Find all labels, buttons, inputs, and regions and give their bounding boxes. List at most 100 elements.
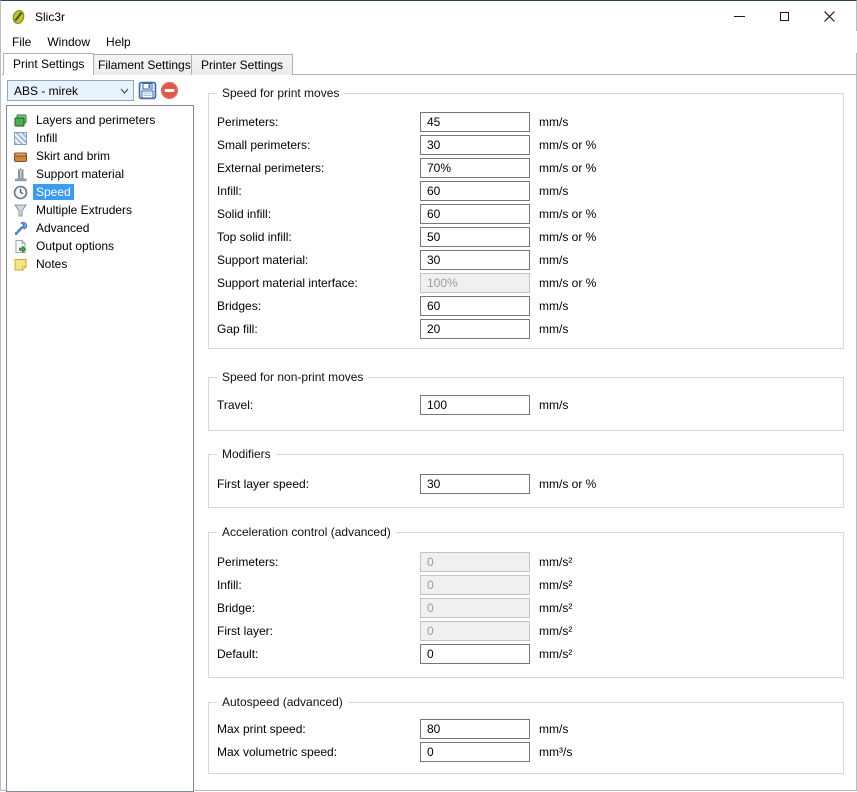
perimeters-speed-input[interactable]: [420, 112, 530, 132]
section-speed-for-non-print-moves: Speed for non-print moves Travel: mm/s: [208, 377, 844, 431]
unit-label: mm/s or %: [539, 477, 596, 491]
wrench-icon: [12, 220, 28, 236]
menubar: File Window Help: [2, 31, 857, 53]
small-perimeters-speed-input[interactable]: [420, 135, 530, 155]
setting-label: Max volumetric speed:: [217, 745, 420, 759]
setting-label: Top solid infill:: [217, 230, 420, 244]
setting-label: Travel:: [217, 398, 420, 412]
tree-item-label: Skirt and brim: [33, 148, 113, 164]
first-layer-speed-input[interactable]: [420, 474, 530, 494]
first-layer-acceleration-input: [420, 621, 530, 641]
setting-row-infill: Infill: mm/s: [217, 179, 843, 202]
max-volumetric-speed-input[interactable]: [420, 742, 530, 762]
titlebar: Slic3r: [1, 2, 856, 31]
tree-item-label: Multiple Extruders: [33, 202, 135, 218]
default-acceleration-input[interactable]: [420, 644, 530, 664]
save-preset-button[interactable]: [137, 80, 158, 101]
delete-preset-button[interactable]: [159, 80, 180, 101]
tree-item-label: Output options: [33, 238, 117, 254]
tree-item-notes[interactable]: Notes: [7, 255, 193, 273]
setting-label: First layer speed:: [217, 477, 420, 491]
setting-row-max-print-speed: Max print speed: mm/s: [217, 717, 843, 740]
maximize-button[interactable]: [762, 2, 807, 31]
tree-item-label: Notes: [33, 256, 70, 272]
chevron-down-icon: [120, 87, 129, 95]
unit-label: mm/s: [539, 398, 568, 412]
tree-item-multiple-extruders[interactable]: Multiple Extruders: [7, 201, 193, 219]
setting-label: Perimeters:: [217, 555, 420, 569]
tab-printer-settings[interactable]: Printer Settings: [191, 54, 293, 75]
tree-item-support-material[interactable]: Support material: [7, 165, 193, 183]
tree-item-label: Speed: [33, 184, 74, 200]
setting-row-bridges: Bridges: mm/s: [217, 294, 843, 317]
tab-print-settings[interactable]: Print Settings: [3, 53, 94, 75]
max-print-speed-input[interactable]: [420, 719, 530, 739]
support-material-speed-input[interactable]: [420, 250, 530, 270]
setting-label: Support material:: [217, 253, 420, 267]
bridge-acceleration-input: [420, 598, 530, 618]
tab-filament-settings[interactable]: Filament Settings: [88, 54, 201, 75]
layers-icon: [12, 112, 28, 128]
maximize-icon: [780, 12, 789, 21]
unit-label: mm/s: [539, 299, 568, 313]
perimeters-acceleration-input: [420, 552, 530, 572]
solid-infill-speed-input[interactable]: [420, 204, 530, 224]
setting-label: Small perimeters:: [217, 138, 420, 152]
setting-row-top-solid-infill: Top solid infill: mm/s or %: [217, 225, 843, 248]
skirt-box-icon: [12, 148, 28, 164]
tree-item-output-options[interactable]: Output options: [7, 237, 193, 255]
bridges-speed-input[interactable]: [420, 296, 530, 316]
gap-fill-speed-input[interactable]: [420, 319, 530, 339]
page-arrow-icon: [12, 238, 28, 254]
slic3r-logo-icon: [10, 8, 27, 25]
preset-select[interactable]: ABS - mirek: [7, 80, 134, 101]
unit-label: mm³/s: [539, 745, 572, 759]
section-title: Acceleration control (advanced): [217, 525, 396, 539]
tree-item-speed[interactable]: Speed: [7, 183, 193, 201]
tree-item-label: Infill: [33, 130, 60, 146]
tree-item-infill[interactable]: Infill: [7, 129, 193, 147]
section-acceleration-control: Acceleration control (advanced) Perimete…: [208, 532, 844, 678]
delete-minus-icon: [160, 81, 179, 100]
menu-help[interactable]: Help: [98, 32, 139, 52]
section-title: Modifiers: [217, 447, 276, 461]
setting-label: First layer:: [217, 624, 420, 638]
external-perimeters-speed-input[interactable]: [420, 158, 530, 178]
setting-label: Gap fill:: [217, 322, 420, 336]
menu-window[interactable]: Window: [39, 32, 98, 52]
tree-item-advanced[interactable]: Advanced: [7, 219, 193, 237]
menu-file[interactable]: File: [4, 32, 39, 52]
section-title: Autospeed (advanced): [217, 695, 348, 709]
setting-row-small-perimeters: Small perimeters: mm/s or %: [217, 133, 843, 156]
minimize-button[interactable]: [717, 2, 762, 31]
top-solid-infill-speed-input[interactable]: [420, 227, 530, 247]
unit-label: mm/s or %: [539, 276, 596, 290]
infill-speed-input[interactable]: [420, 181, 530, 201]
travel-speed-input[interactable]: [420, 395, 530, 415]
setting-label: Max print speed:: [217, 722, 420, 736]
window-frame: Slic3r File Window Help Print Settings F…: [0, 0, 857, 791]
close-button[interactable]: [807, 2, 852, 31]
setting-row-solid-infill: Solid infill: mm/s or %: [217, 202, 843, 225]
setting-row-accel-bridge: Bridge: mm/s²: [217, 596, 843, 619]
unit-label: mm/s²: [539, 578, 572, 592]
section-title: Speed for non-print moves: [217, 370, 368, 384]
tree-item-label: Layers and perimeters: [33, 112, 158, 128]
setting-row-external-perimeters: External perimeters: mm/s or %: [217, 156, 843, 179]
tree-item-skirt-and-brim[interactable]: Skirt and brim: [7, 147, 193, 165]
funnel-icon: [12, 202, 28, 218]
setting-row-accel-first-layer: First layer: mm/s²: [217, 619, 843, 642]
setting-row-accel-infill: Infill: mm/s²: [217, 573, 843, 596]
unit-label: mm/s or %: [539, 138, 596, 152]
setting-label: Default:: [217, 647, 420, 661]
section-modifiers: Modifiers First layer speed: mm/s or %: [208, 454, 844, 508]
setting-label: Support material interface:: [217, 276, 420, 290]
settings-tree: Layers and perimeters Infill Skirt and b…: [6, 105, 194, 792]
tree-item-label: Advanced: [33, 220, 92, 236]
minimize-icon: [734, 16, 745, 17]
unit-label: mm/s²: [539, 555, 572, 569]
unit-label: mm/s²: [539, 647, 572, 661]
setting-row-travel: Travel: mm/s: [217, 393, 843, 416]
tree-item-layers-and-perimeters[interactable]: Layers and perimeters: [7, 111, 193, 129]
floppy-save-icon: [138, 81, 157, 100]
